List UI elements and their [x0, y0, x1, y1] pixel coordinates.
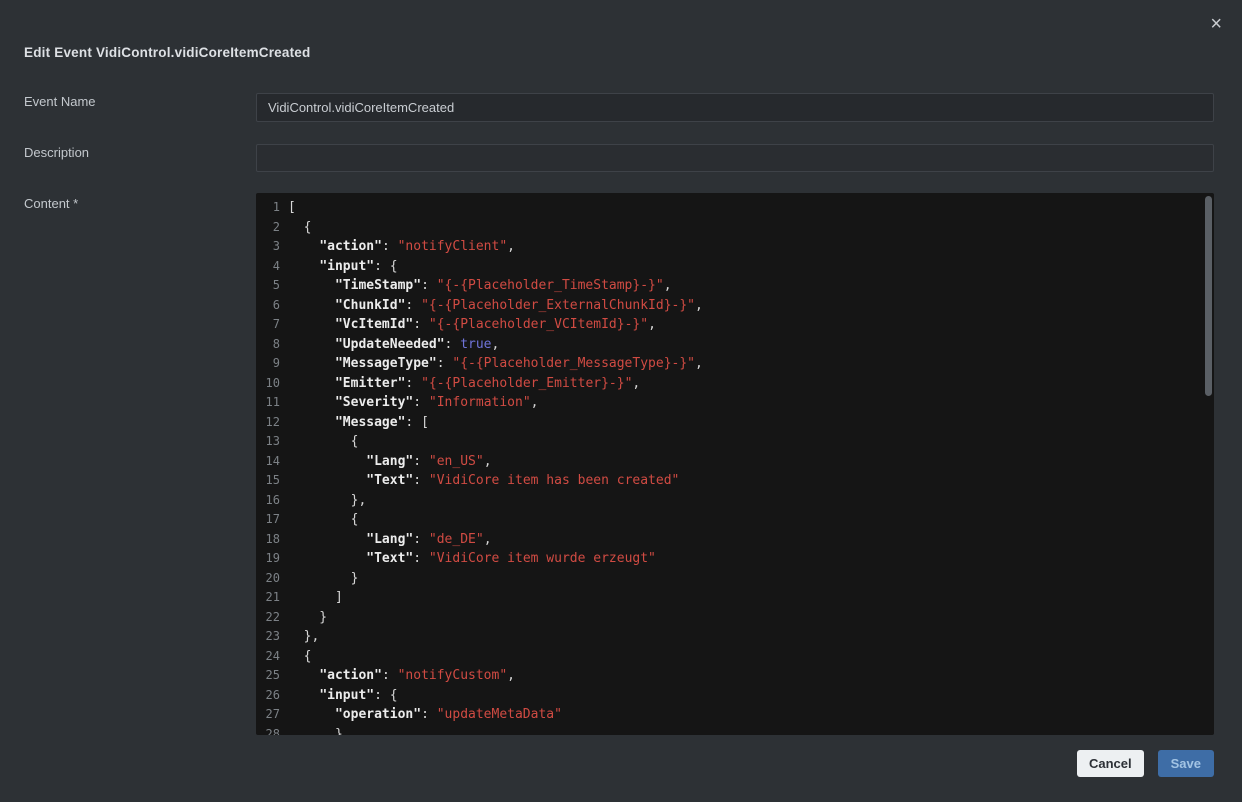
dialog-title: Edit Event VidiControl.vidiCoreItemCreat… [24, 45, 310, 60]
line-number: 23 [256, 627, 280, 647]
code-line: 28 } [256, 725, 1214, 736]
code-line: 19 "Text": "VidiCore item wurde erzeugt" [256, 549, 1214, 569]
code-line: 23 }, [256, 627, 1214, 647]
code-line: 18 "Lang": "de_DE", [256, 530, 1214, 550]
line-number: 14 [256, 452, 280, 472]
close-icon[interactable]: × [1210, 14, 1222, 34]
line-number: 15 [256, 471, 280, 491]
code-line: 11 "Severity": "Information", [256, 393, 1214, 413]
line-number: 13 [256, 432, 280, 452]
content-code-editor[interactable]: 1[2 {3 "action": "notifyClient",4 "input… [256, 193, 1214, 735]
line-number: 24 [256, 647, 280, 667]
line-number: 20 [256, 569, 280, 589]
code-line: 17 { [256, 510, 1214, 530]
code-line: 6 "ChunkId": "{-{Placeholder_ExternalChu… [256, 296, 1214, 316]
event-name-label: Event Name [24, 94, 96, 109]
code-line: 9 "MessageType": "{-{Placeholder_Message… [256, 354, 1214, 374]
code-line: 7 "VcItemId": "{-{Placeholder_VCItemId}-… [256, 315, 1214, 335]
event-name-input[interactable] [256, 93, 1214, 122]
line-number: 1 [256, 198, 280, 218]
code-line: 1[ [256, 198, 1214, 218]
line-number: 12 [256, 413, 280, 433]
save-button[interactable]: Save [1158, 750, 1214, 777]
line-number: 16 [256, 491, 280, 511]
line-number: 18 [256, 530, 280, 550]
line-number: 8 [256, 335, 280, 355]
line-number: 17 [256, 510, 280, 530]
editor-scrollbar[interactable] [1205, 196, 1212, 396]
code-line: 14 "Lang": "en_US", [256, 452, 1214, 472]
dialog-footer: Cancel Save [1077, 750, 1214, 777]
line-number: 27 [256, 705, 280, 725]
line-number: 19 [256, 549, 280, 569]
code-line: 24 { [256, 647, 1214, 667]
code-line: 27 "operation": "updateMetaData" [256, 705, 1214, 725]
code-line: 16 }, [256, 491, 1214, 511]
code-line: 8 "UpdateNeeded": true, [256, 335, 1214, 355]
line-number: 6 [256, 296, 280, 316]
description-label: Description [24, 145, 89, 160]
code-line: 26 "input": { [256, 686, 1214, 706]
line-number: 26 [256, 686, 280, 706]
code-line: 2 { [256, 218, 1214, 238]
code-line: 20 } [256, 569, 1214, 589]
line-number: 28 [256, 725, 280, 736]
cancel-button[interactable]: Cancel [1077, 750, 1144, 777]
line-number: 11 [256, 393, 280, 413]
line-number: 4 [256, 257, 280, 277]
line-number: 9 [256, 354, 280, 374]
line-number: 25 [256, 666, 280, 686]
code-line: 25 "action": "notifyCustom", [256, 666, 1214, 686]
code-line: 21 ] [256, 588, 1214, 608]
code-line: 13 { [256, 432, 1214, 452]
code-line: 10 "Emitter": "{-{Placeholder_Emitter}-}… [256, 374, 1214, 394]
line-number: 5 [256, 276, 280, 296]
code-line: 22 } [256, 608, 1214, 628]
description-input[interactable] [256, 144, 1214, 172]
line-number: 2 [256, 218, 280, 238]
line-number: 10 [256, 374, 280, 394]
code-lines: 1[2 {3 "action": "notifyClient",4 "input… [256, 193, 1214, 735]
code-line: 15 "Text": "VidiCore item has been creat… [256, 471, 1214, 491]
code-line: 5 "TimeStamp": "{-{Placeholder_TimeStamp… [256, 276, 1214, 296]
line-number: 22 [256, 608, 280, 628]
content-label: Content * [24, 196, 78, 211]
code-line: 12 "Message": [ [256, 413, 1214, 433]
code-line: 3 "action": "notifyClient", [256, 237, 1214, 257]
line-number: 7 [256, 315, 280, 335]
line-number: 21 [256, 588, 280, 608]
code-line: 4 "input": { [256, 257, 1214, 277]
line-number: 3 [256, 237, 280, 257]
